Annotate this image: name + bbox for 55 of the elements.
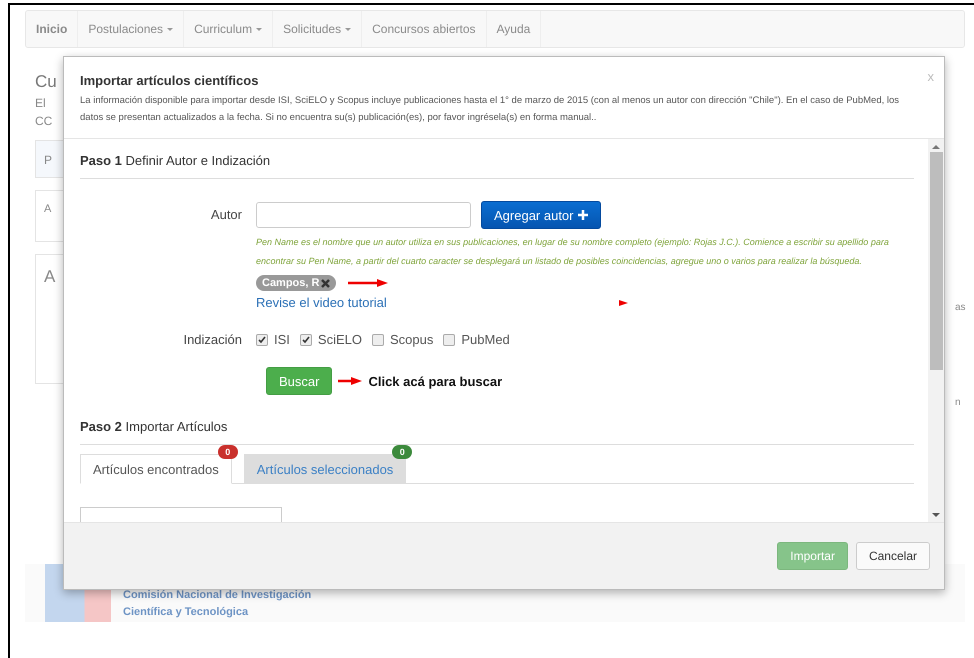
- nav-item[interactable]: Curriculum: [184, 11, 274, 47]
- page-text: CC: [35, 114, 52, 128]
- footer-text: Comisión Nacional de Investigación: [123, 589, 312, 601]
- index-option[interactable]: PubMed: [443, 332, 510, 347]
- tutorial-link[interactable]: Revise el video tutorial: [256, 295, 387, 310]
- author-tag[interactable]: Campos, R: [256, 275, 336, 291]
- dialog-title: Importar artículos científicos: [80, 73, 260, 88]
- tab[interactable]: Artículos encontrados: [80, 454, 232, 484]
- page-text: n: [955, 397, 961, 408]
- option-label: SciELO: [318, 332, 362, 347]
- add-author-button[interactable]: Agregar autor: [481, 201, 600, 229]
- author-input[interactable]: [256, 202, 471, 228]
- page-heading: Cu: [35, 72, 57, 92]
- checkbox[interactable]: [256, 334, 268, 346]
- nav-item[interactable]: Postulaciones: [78, 11, 184, 47]
- checkbox[interactable]: [443, 334, 456, 346]
- annotation-text: Click acá para buscar: [368, 374, 502, 388]
- caret-icon: [256, 28, 262, 30]
- scroll-down-icon[interactable]: [932, 512, 940, 518]
- scroll-up-icon[interactable]: [932, 144, 940, 150]
- nav-item[interactable]: Solicitudes: [273, 11, 362, 47]
- option-label: PubMed: [461, 332, 510, 347]
- nav-item[interactable]: Inicio: [26, 11, 78, 47]
- page-text: as: [955, 302, 966, 313]
- index-option[interactable]: Scopus: [372, 332, 434, 347]
- step-heading: Paso 1 Definir Autor e Indización: [80, 153, 914, 179]
- count-badge: 0: [392, 445, 412, 459]
- arrow-icon: [348, 279, 388, 287]
- page-text: El: [35, 96, 46, 110]
- close-button[interactable]: x: [928, 69, 934, 84]
- field-label: Indización: [182, 332, 242, 347]
- scrollbar[interactable]: [928, 139, 944, 522]
- dialog-description: La información disponible para importar desde ISI, SciELO y Scopus incluye publicaciones hasta el 1° de marzo de 2015 (con al menos un autor con dirección "Chile"). En el caso de PubMed, los datos se presentan actualizados a la fecha. Si no encuentra su(s) publicación(es), por favor ingrésela(s) en forma manual..: [80, 94, 900, 125]
- field-label: Autor: [210, 207, 242, 222]
- help-text: Pen Name es el nombre que un autor utiliza en sus publicaciones, en lugar de su nombre completo (ejemplo: Rojas J.C.). Comience a escribir su apellido para encontrar su Pen Name, a partir del cuarto caracter se desplegará un listado de posibles coincidencias, agregue uno o varios para realizar la búsqueda.: [256, 236, 890, 268]
- checkbox[interactable]: [300, 334, 312, 346]
- dialog-button[interactable]: Cancelar: [856, 542, 930, 570]
- nav-item[interactable]: Ayuda: [486, 11, 542, 47]
- plus-icon: [578, 210, 588, 220]
- caret-icon: [167, 28, 174, 30]
- step-heading: Paso 2 Importar Artículos: [80, 419, 914, 445]
- triangle-icon: [618, 300, 628, 306]
- tab[interactable]: Artículos seleccionados: [244, 454, 406, 484]
- close-icon[interactable]: [321, 278, 330, 288]
- arrow-icon: [338, 377, 362, 385]
- index-option[interactable]: ISI: [256, 332, 290, 347]
- nav-item[interactable]: Concursos abiertos: [362, 11, 486, 47]
- count-badge: 0: [218, 445, 238, 459]
- index-option[interactable]: SciELO: [300, 332, 362, 347]
- option-label: Scopus: [390, 332, 434, 347]
- search-button[interactable]: Buscar: [266, 367, 332, 395]
- checkbox[interactable]: [372, 334, 384, 346]
- option-label: ISI: [274, 332, 290, 347]
- caret-icon: [345, 28, 352, 30]
- footer-text: Científica y Tecnológica: [123, 606, 250, 618]
